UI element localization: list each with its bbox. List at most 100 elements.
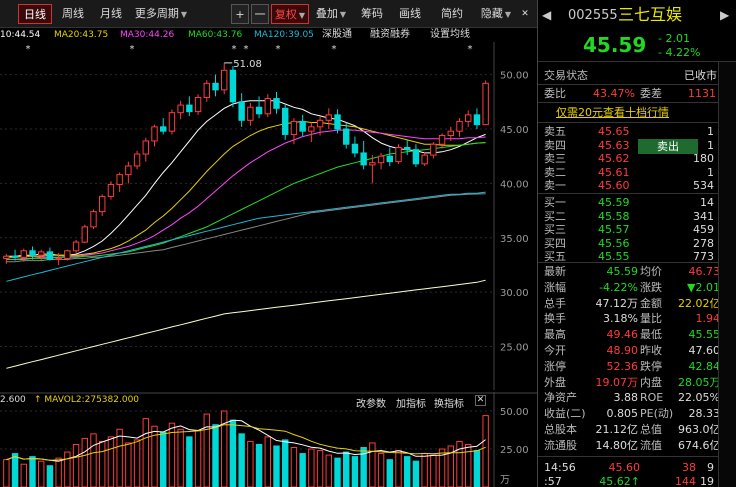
candle xyxy=(430,142,437,159)
candle xyxy=(264,94,271,118)
tick-price: 45.60 xyxy=(608,461,641,474)
stat-value: 47.12万 xyxy=(595,296,639,310)
tab-daily[interactable]: 日线 xyxy=(18,4,52,24)
draw-button[interactable]: 画线 xyxy=(394,4,426,24)
volume-bar xyxy=(264,436,271,487)
event-star-icon[interactable]: * xyxy=(130,44,135,55)
volume-bar xyxy=(186,436,193,487)
volume-bar xyxy=(316,450,324,487)
volume-bar xyxy=(377,453,385,487)
stat-value: 0.805 xyxy=(606,407,639,421)
brief-button[interactable]: 简约 xyxy=(436,4,468,24)
candle xyxy=(142,137,149,162)
stock-name: 三七互娱 xyxy=(618,5,683,24)
event-star-icon[interactable]: * xyxy=(244,44,249,55)
ma20-value: MA20:43.75 xyxy=(54,30,109,40)
ma-line-ma20 xyxy=(6,120,486,258)
event-star-icon[interactable]: * xyxy=(232,44,237,55)
volume-bar xyxy=(369,442,376,487)
volume-bar xyxy=(421,453,428,487)
volume-bar xyxy=(299,453,306,487)
ma-indicator-bar: 10:44.54 MA20:43.75 MA30:44.26 MA60:43.7… xyxy=(0,28,537,42)
candle xyxy=(81,224,88,244)
volume-chart[interactable]: 50.00 25.00 万 xyxy=(0,392,537,487)
candle xyxy=(212,74,219,97)
chevron-down-icon: ▼ xyxy=(180,10,188,19)
stat-label: 量比 xyxy=(640,312,662,326)
stat-label: 最高 xyxy=(544,328,566,342)
sgt-link[interactable]: 深股通 xyxy=(322,28,352,42)
chevron-down-icon: ▼ xyxy=(504,10,512,19)
stock-header: ◀ 002555 三七互娱 ▶ 45.59 - 2.01 - 4.22% xyxy=(538,0,736,62)
event-star-icon[interactable]: * xyxy=(468,44,473,55)
overlay-button[interactable]: 叠加 ▼ xyxy=(312,4,350,24)
candle xyxy=(38,249,45,261)
adjust-button[interactable]: 复权 ▼ xyxy=(271,4,309,24)
volume-bar xyxy=(308,448,315,487)
zoom-out-button[interactable]: 一 xyxy=(251,4,269,24)
sell-button[interactable]: 卖出 xyxy=(638,139,698,154)
stat-label: PE(动) xyxy=(640,407,674,421)
close-icon[interactable]: ✕ xyxy=(518,4,532,24)
candle xyxy=(255,96,263,119)
candle xyxy=(465,110,472,127)
volume-bar xyxy=(247,440,254,487)
stat-value: 46.73 xyxy=(688,265,721,278)
vol-tick-label: 50.00 xyxy=(500,407,529,418)
quote-panel: ◀ 002555 三七互娱 ▶ 45.59 - 2.01 - 4.22% 交易状… xyxy=(537,0,736,487)
event-star-icon[interactable]: * xyxy=(26,44,31,55)
webi-label: 委比 xyxy=(544,87,566,100)
tick-time: :57 xyxy=(544,475,562,487)
event-star-icon[interactable]: * xyxy=(332,44,337,55)
hide-label: 隐藏 xyxy=(480,7,503,20)
stat-label: 跌停 xyxy=(640,359,662,373)
tick-time: 14:56 xyxy=(544,461,576,474)
stat-label: 今开 xyxy=(544,344,566,357)
volume-bar xyxy=(212,424,219,487)
stat-value: 45.55 xyxy=(688,328,721,342)
stock-code: 002555 xyxy=(568,8,618,23)
webi-value: 43.47% xyxy=(593,87,635,100)
tab-monthly[interactable]: 月线 xyxy=(94,4,128,24)
stat-label: 均价 xyxy=(640,265,662,278)
tick-vol: 144 xyxy=(675,475,696,487)
volume-bar xyxy=(90,433,97,487)
stat-label: 涨停 xyxy=(544,359,566,373)
tab-weekly[interactable]: 周线 xyxy=(56,4,90,24)
stat-value: -4.22% xyxy=(599,280,638,294)
y-tick-label: 25.00 xyxy=(500,343,529,354)
candle xyxy=(107,181,115,200)
volume-bar xyxy=(386,459,393,487)
volume-bar xyxy=(290,447,298,487)
promo-link[interactable]: 仅需20元查看十档行情 xyxy=(556,105,669,120)
event-star-icon[interactable]: * xyxy=(276,44,281,55)
side-strip[interactable] xyxy=(718,62,736,487)
tick-vol: 38 xyxy=(682,461,696,474)
volume-bar xyxy=(194,430,202,487)
stat-value: 3.18% xyxy=(603,312,638,326)
zoom-in-button[interactable]: + xyxy=(231,4,249,24)
volume-bar xyxy=(99,440,106,487)
volume-bar xyxy=(20,463,27,487)
ma-settings-button[interactable]: 设置均线 xyxy=(430,28,470,42)
candle xyxy=(3,254,10,264)
margin-link[interactable]: 融资融券 xyxy=(370,28,410,42)
chart-toolbar: 日线 周线 月线 更多周期 ▼ + 一 复权 ▼ 叠加 ▼ 筹码 画线 简约 隐藏 ▼ … xyxy=(0,0,537,28)
volume-bar xyxy=(430,454,437,487)
candle xyxy=(133,150,141,170)
next-arrow-icon[interactable]: ▶ xyxy=(720,8,729,23)
stat-label: ROE xyxy=(640,391,664,405)
candle xyxy=(395,144,402,164)
volume-bar xyxy=(3,459,10,487)
volume-bar xyxy=(282,439,289,487)
hide-button[interactable]: 隐藏 ▼ xyxy=(476,4,516,24)
chips-button[interactable]: 筹码 xyxy=(356,4,388,24)
volume-bar xyxy=(160,431,167,487)
candle xyxy=(282,103,289,140)
stat-label: 外盘 xyxy=(544,375,566,389)
trade-status-label: 交易状态 xyxy=(544,69,588,82)
stat-value: 45.59 xyxy=(606,265,639,278)
candlestick-chart[interactable]: 50.00 45.00 40.00 35.00 30.00 25.00 51.08 * * * * *… xyxy=(0,42,537,390)
tab-more-period[interactable]: 更多周期 ▼ xyxy=(132,4,190,24)
prev-arrow-icon[interactable]: ◀ xyxy=(542,8,551,23)
